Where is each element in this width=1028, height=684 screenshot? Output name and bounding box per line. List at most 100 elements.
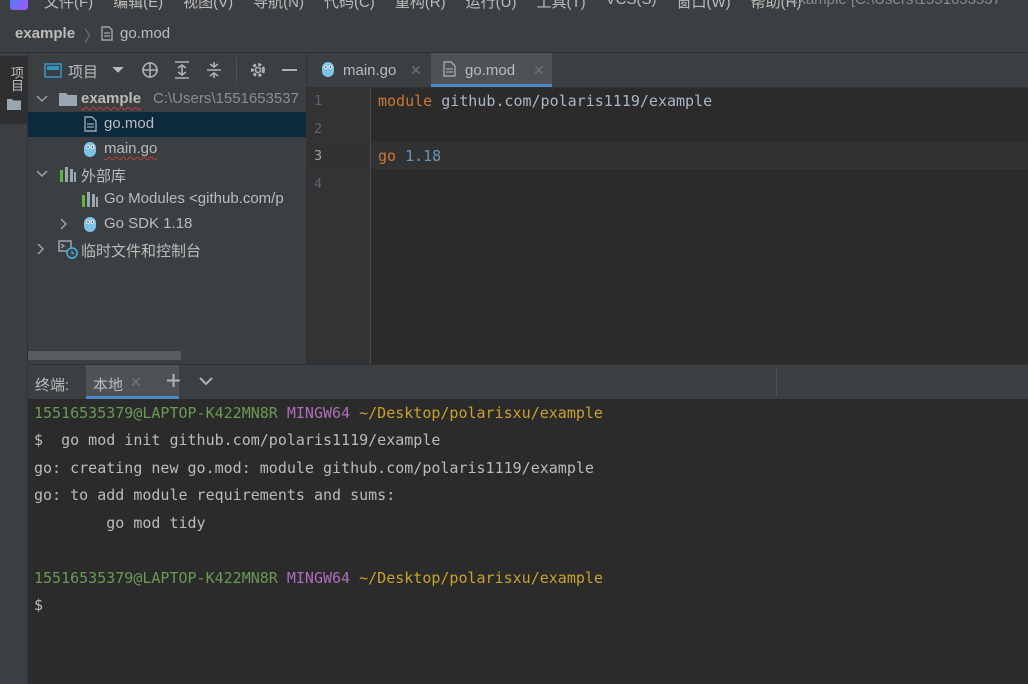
menu-bar: 文件(F) 编辑(E) 视图(V) 导航(N) 代码(C) 重构(R) 运行(U…: [0, 0, 1028, 14]
tree-go-modules: Go Modules <github.com/p: [104, 190, 284, 207]
line-number: 3: [314, 148, 323, 164]
tree-item-gomod[interactable]: go.mod: [28, 112, 306, 137]
file-icon: [84, 116, 97, 132]
tab-label: go.mod: [465, 62, 516, 79]
breadcrumb-project[interactable]: example: [15, 25, 75, 42]
plus-icon[interactable]: [166, 373, 181, 388]
current-line-highlight: [371, 142, 1028, 169]
menu-run[interactable]: 运行(U): [466, 0, 517, 12]
scratches-console-icon: [58, 240, 78, 259]
tree-root-name: example: [81, 90, 142, 107]
folder-icon: [7, 98, 21, 110]
code-line-1: module github.com/polaris1119/example: [378, 92, 712, 110]
folder-icon: [59, 92, 77, 106]
gear-icon[interactable]: [249, 61, 267, 79]
menu-window[interactable]: 窗口(W): [676, 0, 730, 12]
terminal-title: 终端:: [35, 377, 70, 394]
project-toolbar: 项目: [28, 53, 306, 87]
terminal-output[interactable]: 15516535379@LAPTOP-K422MN8R MINGW64 ~/De…: [28, 399, 1028, 684]
project-view-icon: [44, 63, 62, 78]
output-line: go: to add module requirements and sums:: [34, 486, 396, 504]
minimize-icon[interactable]: [282, 69, 297, 71]
chevron-down-icon[interactable]: [36, 95, 48, 103]
horizontal-scrollbar[interactable]: [28, 351, 181, 360]
output-line: go: creating new go.mod: module github.c…: [34, 459, 594, 477]
menu-vcs[interactable]: VCS(S): [606, 0, 657, 12]
project-tool-tab[interactable]: 项目: [0, 56, 27, 124]
crosshair-icon[interactable]: [141, 61, 159, 79]
prompt-user-host: 15516535379@LAPTOP-K422MN8R: [34, 569, 278, 587]
breadcrumb-file[interactable]: go.mod: [120, 25, 170, 42]
line-number: 2: [314, 121, 323, 137]
prompt-user-host: 15516535379@LAPTOP-K422MN8R: [34, 404, 278, 422]
tree-item-go-sdk[interactable]: Go SDK 1.18: [28, 212, 306, 237]
tab-go-mod[interactable]: go.mod ✕: [431, 53, 552, 87]
menu-edit[interactable]: 编辑(E): [113, 0, 163, 12]
terminal-tab-label: 本地: [93, 377, 124, 394]
prompt-symbol: $: [34, 596, 44, 614]
library-icon: [59, 167, 77, 182]
tree-item-scratches[interactable]: 临时文件和控制台: [28, 237, 306, 262]
collapse-all-icon[interactable]: [206, 61, 222, 79]
keyword-module: module: [378, 92, 433, 110]
tree-item-external-libs[interactable]: 外部库: [28, 162, 306, 187]
editor-tabs: main.go ✕ go.mod ✕: [307, 53, 1028, 88]
menu-navigate[interactable]: 导航(N): [253, 0, 304, 12]
close-icon[interactable]: ✕: [130, 374, 142, 391]
chevron-right-icon[interactable]: [60, 218, 68, 230]
library-icon: [81, 192, 99, 207]
chevron-down-icon[interactable]: [36, 170, 48, 178]
close-icon[interactable]: ✕: [410, 62, 422, 79]
close-icon[interactable]: ✕: [533, 62, 545, 79]
tab-label: main.go: [343, 62, 397, 79]
prompt-env: MINGW64: [277, 404, 351, 422]
project-panel: 项目 example C:\Users\1551653537 go.mod ma…: [28, 53, 307, 364]
tree-root-path: C:\Users\1551653537: [153, 90, 299, 107]
command-line: $ go mod init github.com/polaris1119/exa…: [34, 431, 441, 449]
breadcrumb: example 〉 go.mod: [0, 14, 1028, 53]
menu-items: 文件(F) 编辑(E) 视图(V) 导航(N) 代码(C) 重构(R) 运行(U…: [44, 0, 821, 12]
prompt-line-1: 15516535379@LAPTOP-K422MN8R MINGW64 ~/De…: [34, 404, 603, 422]
tree-external-libs: 外部库: [81, 168, 127, 185]
expand-all-icon[interactable]: [174, 61, 190, 79]
file-icon: [101, 26, 113, 41]
code-line-3: go 1.18: [378, 147, 441, 165]
menu-code[interactable]: 代码(C): [324, 0, 375, 12]
toolbar-divider: [236, 58, 237, 82]
menu-view[interactable]: 视图(V): [183, 0, 233, 12]
tree-file-gomod: go.mod: [104, 115, 155, 132]
project-tool-label: 项目: [9, 66, 24, 92]
tree-scratches: 临时文件和控制台: [81, 243, 202, 260]
prompt-env: MINGW64: [277, 569, 351, 587]
project-view-label[interactable]: 项目: [68, 61, 98, 82]
prompt-path: ~/Desktop/polarisxu/example: [350, 404, 603, 422]
keyword-go: go: [378, 147, 397, 165]
file-icon: [443, 61, 456, 77]
gopher-icon: [83, 140, 97, 158]
menu-file[interactable]: 文件(F): [44, 0, 93, 12]
tree-item-root[interactable]: example C:\Users\1551653537: [28, 87, 306, 112]
menu-refactor[interactable]: 重构(R): [395, 0, 446, 12]
prompt-line-2: 15516535379@LAPTOP-K422MN8R MINGW64 ~/De…: [34, 569, 603, 587]
go-version: 1.18: [396, 147, 442, 165]
menu-tools[interactable]: 工具(T): [536, 0, 585, 12]
chevron-down-icon[interactable]: [112, 66, 124, 74]
output-line: go mod tidy: [34, 514, 206, 532]
tool-window-stripe: 项目: [0, 53, 28, 684]
chevron-right-icon[interactable]: [37, 243, 45, 255]
breadcrumb-separator: 〉: [84, 28, 100, 45]
tree-go-sdk: Go SDK 1.18: [104, 215, 193, 232]
tab-main-go[interactable]: main.go ✕: [307, 53, 430, 87]
app-logo-icon: [10, 0, 28, 10]
window-title: example [C:\Users\1551653537: [790, 0, 1001, 8]
line-number: 1: [314, 93, 323, 109]
code-area[interactable]: [371, 88, 1028, 364]
prompt-path: ~/Desktop/polarisxu/example: [350, 569, 603, 587]
chevron-down-icon[interactable]: [199, 377, 213, 386]
tree-file-maingo: main.go: [104, 140, 158, 157]
module-path: github.com/polaris1119/example: [432, 92, 713, 110]
header-divider: [776, 369, 777, 397]
line-number: 4: [314, 176, 323, 192]
tree-item-maingo[interactable]: main.go: [28, 137, 306, 162]
tree-item-go-modules[interactable]: Go Modules <github.com/p: [28, 187, 306, 212]
